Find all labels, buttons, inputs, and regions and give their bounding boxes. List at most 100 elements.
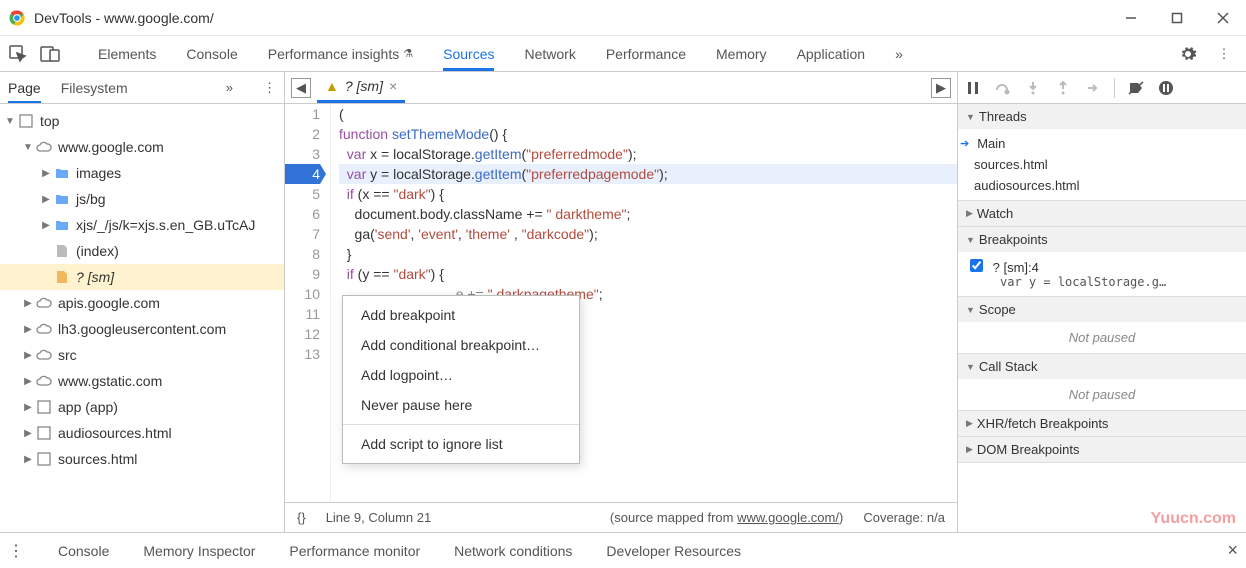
tab-performance[interactable]: Performance (606, 38, 686, 70)
panel-tab-filesystem[interactable]: Filesystem (61, 74, 128, 102)
step-over-button[interactable] (994, 79, 1012, 97)
main-tabs: Elements Console Performance insights ⚗ … (98, 38, 1166, 70)
context-menu-item[interactable]: Add breakpoint (343, 300, 579, 330)
step-out-button[interactable] (1054, 79, 1072, 97)
tree-item[interactable]: ▶lh3.googleusercontent.com (0, 316, 284, 342)
panel-tab-page[interactable]: Page (8, 74, 41, 102)
tree-item[interactable]: ▶app (app) (0, 394, 284, 420)
file-tree[interactable]: ▼top▼www.google.com▶images▶js/bg▶xjs/_/j… (0, 104, 284, 532)
tab-memory[interactable]: Memory (716, 38, 767, 70)
source-map-link[interactable]: www.google.com/ (737, 510, 839, 525)
tab-application[interactable]: Application (797, 38, 866, 70)
gutter-context-menu[interactable]: Add breakpointAdd conditional breakpoint… (342, 295, 580, 464)
drawer-menu-icon[interactable]: ⋮ (8, 541, 24, 561)
tabs-overflow-icon[interactable]: » (895, 38, 903, 70)
thread-item[interactable]: audiosources.html (958, 175, 1246, 196)
dom-bp-section: ▶DOM Breakpoints (958, 437, 1246, 463)
tree-item[interactable]: ▼top (0, 108, 284, 134)
callstack-section: ▼Call Stack Not paused (958, 354, 1246, 411)
tab-sources[interactable]: Sources (443, 38, 494, 70)
scope-section: ▼Scope Not paused (958, 297, 1246, 354)
drawer: ⋮ Console Memory Inspector Performance m… (0, 532, 1246, 568)
tree-item[interactable]: ▶www.gstatic.com (0, 368, 284, 394)
tree-item[interactable]: ▶sources.html (0, 446, 284, 472)
xhr-header[interactable]: ▶XHR/fetch Breakpoints (958, 411, 1246, 436)
threads-header[interactable]: ▼Threads (958, 104, 1246, 129)
close-tab-icon[interactable]: × (389, 78, 397, 94)
window-controls (1108, 0, 1246, 36)
thread-item[interactable]: sources.html (958, 154, 1246, 175)
line-gutter[interactable]: 12345678910111213 (285, 104, 331, 502)
context-menu-item[interactable]: Add logpoint… (343, 360, 579, 390)
tree-item[interactable]: ▶apis.google.com (0, 290, 284, 316)
tab-network[interactable]: Network (524, 38, 575, 70)
kebab-menu-icon[interactable]: ⋮ (1214, 44, 1234, 64)
tree-item[interactable]: ? [sm] (0, 264, 284, 290)
tree-item[interactable]: ▶xjs/_/js/k=xjs.s.en_GB.uTcAJ (0, 212, 284, 238)
editor-nav-right-icon[interactable]: ▶ (931, 78, 951, 98)
debug-controls (958, 72, 1246, 104)
close-window-button[interactable] (1200, 0, 1246, 36)
window-titlebar: DevTools - www.google.com/ (0, 0, 1246, 36)
step-into-button[interactable] (1024, 79, 1042, 97)
coverage-info: Coverage: n/a (863, 510, 945, 525)
braces-icon[interactable]: {} (297, 510, 306, 525)
tab-performance-insights[interactable]: Performance insights ⚗ (268, 38, 413, 70)
context-menu-item[interactable]: Add conditional breakpoint… (343, 330, 579, 360)
tab-elements[interactable]: Elements (98, 38, 156, 70)
drawer-tab-developer-resources[interactable]: Developer Resources (606, 543, 741, 559)
warning-icon: ▲ (325, 78, 339, 94)
navigator-panel: Page Filesystem » ⋮ ▼top▼www.google.com▶… (0, 72, 285, 532)
cursor-position: Line 9, Column 21 (326, 510, 432, 525)
tree-item[interactable]: ▼www.google.com (0, 134, 284, 160)
navigator-tabs: Page Filesystem » ⋮ (0, 72, 284, 104)
context-menu-item[interactable]: Add script to ignore list (343, 429, 579, 459)
tree-item[interactable]: ▶src (0, 342, 284, 368)
debugger-panel: ▼Threads Mainsources.htmlaudiosources.ht… (958, 72, 1246, 532)
watch-header[interactable]: ▶Watch (958, 201, 1246, 226)
devtools-toolbar: Elements Console Performance insights ⚗ … (0, 36, 1246, 72)
tree-item[interactable]: ▶images (0, 160, 284, 186)
chrome-icon (8, 9, 26, 27)
settings-gear-icon[interactable] (1178, 44, 1198, 64)
device-toggle-icon[interactable] (40, 44, 60, 64)
deactivate-breakpoints-button[interactable] (1127, 79, 1145, 97)
callstack-not-paused: Not paused (958, 379, 1246, 410)
pause-on-exceptions-button[interactable] (1157, 79, 1175, 97)
tab-console[interactable]: Console (186, 38, 237, 70)
thread-item[interactable]: Main (958, 133, 1246, 154)
editor-nav-left-icon[interactable]: ◀ (291, 78, 311, 98)
callstack-header[interactable]: ▼Call Stack (958, 354, 1246, 379)
source-mapped-info: (source mapped from www.google.com/) (451, 510, 843, 525)
inspect-element-icon[interactable] (8, 44, 28, 64)
scope-not-paused: Not paused (958, 322, 1246, 353)
editor-tab-active[interactable]: ▲ ? [sm] × (317, 72, 405, 103)
drawer-tab-console[interactable]: Console (58, 543, 109, 559)
maximize-button[interactable] (1154, 0, 1200, 36)
context-menu-item[interactable]: Never pause here (343, 390, 579, 420)
tree-item[interactable]: ▶js/bg (0, 186, 284, 212)
drawer-tab-network-conditions[interactable]: Network conditions (454, 543, 572, 559)
navigator-overflow-icon[interactable]: » (226, 80, 233, 95)
navigator-menu-icon[interactable]: ⋮ (263, 80, 276, 96)
drawer-tab-memory-inspector[interactable]: Memory Inspector (143, 543, 255, 559)
dom-bp-header[interactable]: ▶DOM Breakpoints (958, 437, 1246, 462)
drawer-close-icon[interactable]: × (1227, 540, 1238, 561)
watch-section: ▶Watch (958, 201, 1246, 227)
breakpoints-section: ▼Breakpoints ? [sm]:4var y = localStorag… (958, 227, 1246, 297)
minimize-button[interactable] (1108, 0, 1154, 36)
watermark: Yuucn.com (1151, 510, 1236, 528)
step-button[interactable] (1084, 79, 1102, 97)
threads-section: ▼Threads Mainsources.htmlaudiosources.ht… (958, 104, 1246, 201)
tree-item[interactable]: ▶audiosources.html (0, 420, 284, 446)
editor-tab-label: ? [sm] (345, 78, 383, 94)
window-title: DevTools - www.google.com/ (34, 10, 1108, 26)
breakpoint-item[interactable]: ? [sm]:4var y = localStorage.g… (958, 256, 1246, 292)
drawer-tab-performance-monitor[interactable]: Performance monitor (289, 543, 420, 559)
breakpoint-checkbox[interactable] (970, 259, 983, 272)
breakpoints-header[interactable]: ▼Breakpoints (958, 227, 1246, 252)
scope-header[interactable]: ▼Scope (958, 297, 1246, 322)
tree-item[interactable]: (index) (0, 238, 284, 264)
editor-tabbar: ◀ ▲ ? [sm] × ▶ (285, 72, 957, 104)
pause-button[interactable] (964, 79, 982, 97)
